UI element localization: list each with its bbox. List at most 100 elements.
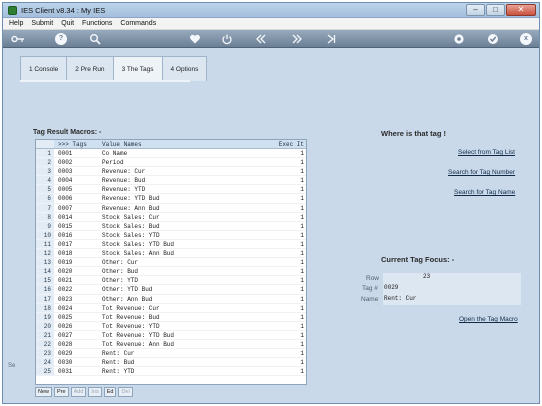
row-number: 5: [36, 185, 54, 194]
settings-icon[interactable]: [453, 33, 465, 45]
search-tag-number-link[interactable]: Search for Tag Number: [448, 169, 515, 176]
maximize-button[interactable]: □: [486, 4, 505, 16]
exec-it-cell: 1: [300, 240, 304, 248]
add-button[interactable]: Add: [70, 387, 87, 397]
value-name-cell: Other: YTD: [102, 277, 139, 285]
row-number: 4: [36, 176, 54, 185]
row-number: 13: [36, 258, 54, 267]
table-row[interactable]: 8 0014 Stock Sales: Cur 1: [36, 212, 306, 222]
tag-cell: 0007: [58, 204, 73, 212]
value-name-cell: Rent: YTD: [102, 368, 135, 376]
table-row[interactable]: 19 0025 Tot Revenue: Bud 1: [36, 312, 306, 322]
row-number: 21: [36, 330, 54, 339]
row-number: 19: [36, 312, 54, 321]
table-row[interactable]: 10 0016 Stock Sales: YTD 1: [36, 230, 306, 240]
delete-button[interactable]: Del: [118, 387, 133, 397]
table-row[interactable]: 15 0021 Other: YTD 1: [36, 276, 306, 286]
table-row[interactable]: 22 0028 Tot Revenue: Ann Bud 1: [36, 339, 306, 350]
table-row[interactable]: 3 0003 Revenue: Cur 1: [36, 167, 306, 177]
value-name-cell: Tot Revenue: Ann Bud: [102, 340, 175, 348]
tag-cell: 0002: [58, 159, 73, 167]
value-name-cell: Other: YTD Bud: [102, 286, 153, 294]
menu-commands[interactable]: Commands: [120, 20, 156, 27]
row-number: 24: [36, 358, 54, 367]
menu-submit[interactable]: Submit: [31, 20, 53, 27]
header-tags[interactable]: >>> Tags: [54, 140, 102, 148]
tab-options[interactable]: 4 Options: [161, 56, 208, 81]
menu-help[interactable]: Help: [9, 20, 23, 27]
record-nav-bar: New Pre Add Ins Ed Del: [35, 387, 133, 397]
table-row[interactable]: 17 0023 Other: Ann Bud 1: [36, 294, 306, 304]
value-name-cell: Stock Sales: Bud: [102, 222, 160, 230]
menu-quit[interactable]: Quit: [61, 20, 74, 27]
tag-cell: 0023: [58, 295, 73, 303]
table-row[interactable]: 11 0017 Stock Sales: YTD Bud 1: [36, 239, 306, 250]
edit-button[interactable]: Ed: [103, 387, 117, 397]
tab-the-tags[interactable]: 3 The Tags: [112, 56, 163, 81]
close-window-button[interactable]: ✕: [506, 4, 536, 16]
menu-functions[interactable]: Functions: [82, 20, 112, 27]
value-name-cell: Stock Sales: Ann Bud: [102, 250, 175, 258]
tag-table[interactable]: >>> Tags Value Names Exec It 1 0001 Co Nam…: [35, 139, 307, 385]
table-row[interactable]: 13 0019 Other: Cur 1: [36, 258, 306, 268]
tag-cell: 0029: [58, 350, 73, 358]
table-row[interactable]: 16 0022 Other: YTD Bud 1: [36, 285, 306, 295]
ok-icon[interactable]: [487, 33, 499, 45]
table-row[interactable]: 7 0007 Revenue: Ann Bud 1: [36, 203, 306, 213]
value-name-cell: Other: Cur: [102, 259, 139, 267]
tag-cell: 0003: [58, 168, 73, 176]
row-number: 12: [36, 249, 54, 258]
tab-console[interactable]: 1 Console: [20, 56, 68, 81]
table-row[interactable]: 21 0027 Tot Revenue: YTD Bud 1: [36, 330, 306, 340]
menu-bar: Help Submit Quit Functions Commands: [3, 18, 539, 30]
table-row[interactable]: 14 0020 Other: Bud 1: [36, 267, 306, 277]
table-row[interactable]: 9 0015 Stock Sales: Bud 1: [36, 221, 306, 231]
rewind-icon[interactable]: [255, 33, 267, 45]
table-row[interactable]: 18 0024 Tot Revenue: Cur 1: [36, 303, 306, 313]
power-icon[interactable]: [221, 33, 233, 45]
tag-cell: 0018: [58, 250, 73, 258]
exec-it-cell: 1: [300, 204, 304, 212]
tag-cell: 0020: [58, 268, 73, 276]
exec-it-cell: 1: [300, 350, 304, 358]
exec-it-cell: 1: [300, 322, 304, 330]
row-number: 25: [36, 367, 54, 376]
row-number: 2: [36, 158, 54, 167]
search-tag-name-link[interactable]: Search for Tag Name: [454, 189, 515, 196]
table-row[interactable]: 1 0001 Co Name 1: [36, 149, 306, 159]
row-number: 20: [36, 321, 54, 330]
insert-button[interactable]: Ins: [88, 387, 102, 397]
tab-pre-run[interactable]: 2 Pre Run: [66, 56, 114, 81]
new-button[interactable]: New: [35, 387, 53, 397]
heart-icon[interactable]: [189, 33, 201, 45]
table-row[interactable]: 5 0005 Revenue: YTD 1: [36, 185, 306, 195]
table-row[interactable]: 20 0026 Tot Revenue: YTD 1: [36, 321, 306, 331]
help-icon[interactable]: ?: [55, 33, 67, 45]
end-icon[interactable]: [325, 33, 337, 45]
key-icon[interactable]: [11, 33, 24, 45]
pre-button[interactable]: Pre: [54, 387, 69, 397]
table-row[interactable]: 4 0004 Revenue: Bud 1: [36, 176, 306, 186]
table-row[interactable]: 12 0018 Stock Sales: Ann Bud 1: [36, 249, 306, 259]
close-icon[interactable]: x: [520, 33, 532, 45]
table-row[interactable]: 25 0031 Rent: YTD 1: [36, 367, 306, 377]
table-row[interactable]: 6 0006 Revenue: YTD Bud 1: [36, 194, 306, 204]
open-tag-macro-link[interactable]: Open the Tag Macro: [459, 316, 518, 323]
exec-it-cell: 1: [300, 250, 304, 258]
select-from-tag-list-link[interactable]: Select from Tag List: [458, 149, 515, 156]
header-exec-it[interactable]: Exec It: [252, 140, 306, 148]
value-name-cell: Revenue: Ann Bud: [102, 204, 160, 212]
tag-result-macros-heading: Tag Result Macros: -: [33, 129, 102, 136]
exec-it-cell: 1: [300, 213, 304, 221]
table-row[interactable]: 23 0029 Rent: Cur 1: [36, 349, 306, 359]
tag-cell: 0005: [58, 186, 73, 194]
tag-cell: 0030: [58, 359, 73, 367]
forward-icon[interactable]: [291, 33, 303, 45]
table-row[interactable]: 2 0002 Period 1: [36, 158, 306, 168]
search-icon[interactable]: [89, 33, 101, 45]
header-value-names[interactable]: Value Names: [102, 140, 252, 148]
table-row[interactable]: 24 0030 Rent: Bud 1: [36, 358, 306, 368]
tag-cell: 0017: [58, 240, 73, 248]
minimize-button[interactable]: –: [466, 4, 485, 16]
row-number: 6: [36, 194, 54, 203]
